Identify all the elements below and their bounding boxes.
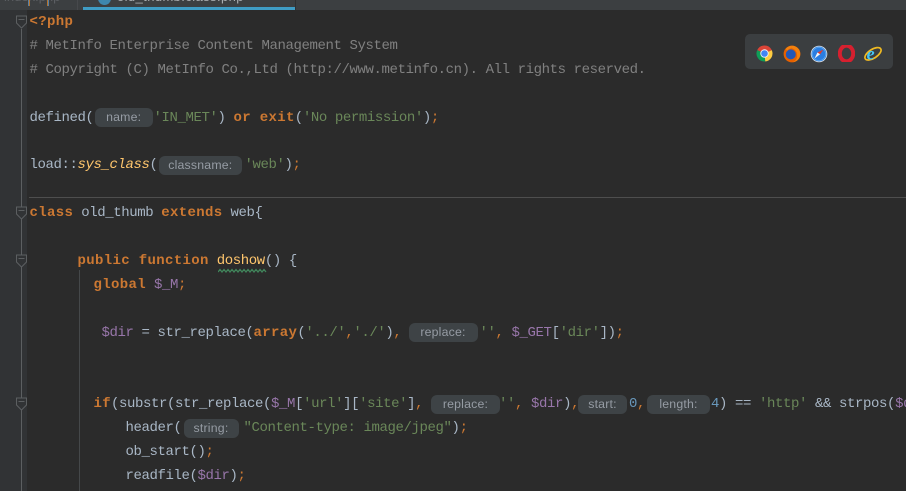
svg-text:e: e — [867, 45, 875, 63]
